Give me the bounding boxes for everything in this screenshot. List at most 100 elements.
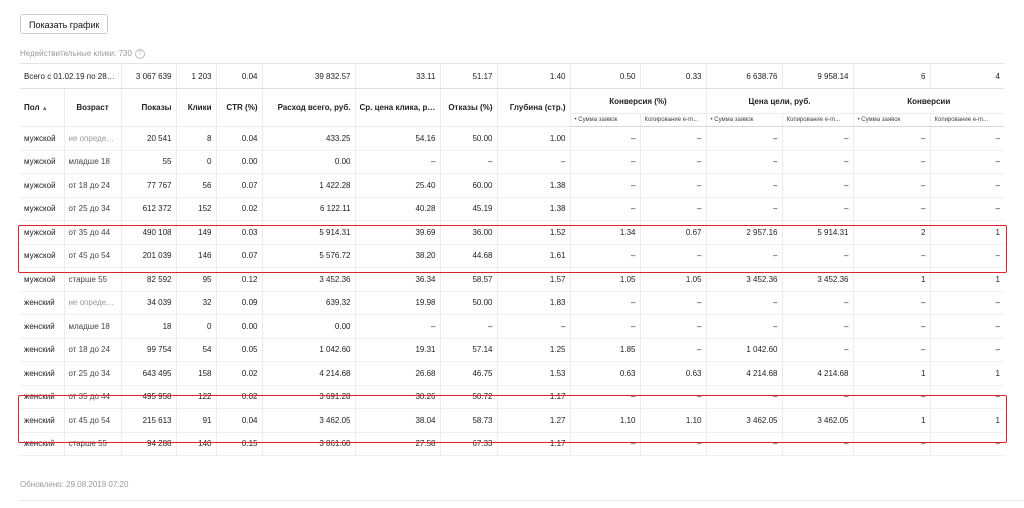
cell-conv-copy: – [640, 338, 707, 362]
sub-conversions-copy[interactable]: Копирование e-m... [930, 113, 1004, 127]
cell-conversions-sum: – [853, 150, 931, 174]
sub-goal-sum[interactable]: • Сумма заявок [706, 113, 783, 127]
total-impressions: 3 067 639 [121, 64, 177, 89]
cell-age: от 25 до 34 [64, 361, 122, 386]
sub-conv-copy[interactable]: Копирование e-m... [640, 113, 707, 127]
cell-goal-sum: – [706, 150, 783, 174]
cell-goal-sum: – [706, 291, 783, 315]
help-icon[interactable]: ? [134, 49, 145, 59]
col-bounce[interactable]: Отказы (%) [440, 88, 498, 127]
cell-goal-sum: 4 214.68 [706, 361, 783, 386]
cell-conv-copy: – [640, 291, 707, 315]
sub-goal-copy[interactable]: Копирование e-m... [782, 113, 854, 127]
cell-conversions-sum: 1 [853, 361, 931, 386]
cell-conv-sum: – [570, 173, 641, 198]
cell-conv-sum: 0.63 [570, 361, 641, 386]
show-chart-button[interactable]: Показать график [20, 14, 109, 34]
cell-ctr: 0.02 [216, 197, 263, 221]
cell-gender: мужской [20, 173, 65, 198]
total-depth: 1.40 [497, 64, 571, 89]
cell-depth: 1.83 [497, 291, 571, 315]
cell-bounce: 50.00 [440, 126, 498, 151]
cell-spend: 6 122.11 [262, 197, 356, 221]
updated-timestamp: Обновлено: 29.08.2019 07:20 [20, 480, 129, 489]
col-goal-price[interactable]: Цена цели, руб. [706, 88, 854, 114]
cell-bounce: 46.75 [440, 361, 498, 386]
cell-goal-copy: – [782, 291, 854, 315]
table-row: женский не определен 34 039 32 0.09 639.32 19.… [20, 291, 1004, 315]
cell-goal-copy: 4 214.68 [782, 361, 854, 386]
col-ctr[interactable]: CTR (%) [216, 88, 263, 127]
sub-conv-sum[interactable]: • Сумма заявок [570, 113, 641, 127]
cell-avg-cpc: – [355, 150, 441, 174]
col-gender-label: Пол [24, 103, 40, 112]
cell-impressions: 34 039 [121, 291, 177, 315]
cell-ctr: 0.05 [216, 338, 263, 362]
cell-conv-sum: – [570, 126, 641, 151]
total-avg-cpc: 33.11 [355, 64, 441, 89]
col-conversions[interactable]: Конверсии [853, 88, 1004, 114]
col-depth[interactable]: Глубина (стр.) [497, 88, 571, 127]
table-row: мужской от 18 до 24 77 767 56 0.07 1 422.28 25… [20, 173, 1004, 198]
cell-impressions: 77 767 [121, 173, 177, 198]
cell-avg-cpc: 40.28 [355, 197, 441, 221]
cell-impressions: 643 495 [121, 361, 177, 386]
cell-gender: мужской [20, 126, 65, 151]
cell-bounce: 60.00 [440, 173, 498, 198]
cell-gender: женский [20, 361, 65, 386]
cell-conversions-copy: – [930, 338, 1004, 362]
cell-conv-copy: – [640, 314, 707, 339]
total-ctr: 0.04 [216, 64, 263, 89]
cell-gender: женский [20, 291, 65, 315]
sub-conversions-sum[interactable]: • Сумма заявок [853, 113, 931, 127]
cell-ctr: 0.07 [216, 173, 263, 198]
cell-gender: женский [20, 338, 65, 362]
table-row: мужской от 25 до 34 612 372 152 0.02 6 122.11… [20, 197, 1004, 221]
cell-ctr: 0.04 [216, 126, 263, 151]
cell-avg-cpc: – [355, 314, 441, 339]
cell-goal-sum: – [706, 173, 783, 198]
cell-avg-cpc: 25.40 [355, 173, 441, 198]
cell-goal-copy: – [782, 150, 854, 174]
cell-clicks: 32 [176, 291, 217, 315]
cell-conversions-copy: – [930, 150, 1004, 174]
col-conversion[interactable]: Конверсия (%) [570, 88, 707, 114]
col-gender[interactable]: Пол ▲ [20, 88, 65, 127]
col-avg-cpc[interactable]: Ср. цена клика, руб. [355, 88, 441, 127]
col-spend[interactable]: Расход всего, руб. [262, 88, 356, 127]
cell-depth: 1.53 [497, 361, 571, 386]
table-row: женский от 18 до 24 99 754 54 0.05 1 042.60 19… [20, 338, 1004, 362]
cell-age: от 18 до 24 [64, 173, 122, 198]
cell-conversions-sum: – [853, 291, 931, 315]
cell-bounce: 50.00 [440, 291, 498, 315]
col-impressions[interactable]: Показы [121, 88, 177, 127]
cell-conv-copy: – [640, 197, 707, 221]
cell-bounce: – [440, 150, 498, 174]
total-clicks: 1 203 [176, 64, 217, 89]
cell-conversions-copy: – [930, 126, 1004, 151]
cell-depth: 1.38 [497, 173, 571, 198]
invalid-clicks-text: Недействительные клики: 730 [20, 49, 132, 59]
cell-conv-sum: – [570, 197, 641, 221]
cell-ctr: 0.00 [216, 314, 263, 339]
cell-avg-cpc: 26.68 [355, 361, 441, 386]
cell-goal-copy: – [782, 126, 854, 151]
cell-spend: 1 042.60 [262, 338, 356, 362]
cell-conv-copy: – [640, 150, 707, 174]
cell-age: от 25 до 34 [64, 197, 122, 221]
cell-spend: 639.32 [262, 291, 356, 315]
cell-age: от 18 до 24 [64, 338, 122, 362]
cell-depth: – [497, 150, 571, 174]
cell-conv-sum: – [570, 291, 641, 315]
invalid-clicks-note: Недействительные клики: 730? [20, 49, 145, 59]
cell-impressions: 99 754 [121, 338, 177, 362]
header-row: Пол ▲ Возраст Показы Клики CTR (%) Расхо… [20, 88, 1004, 127]
cell-impressions: 18 [121, 314, 177, 339]
cell-clicks: 158 [176, 361, 217, 386]
col-clicks[interactable]: Клики [176, 88, 217, 127]
cell-age: младше 18 [64, 314, 122, 339]
cell-clicks: 8 [176, 126, 217, 151]
cell-spend: 0.00 [262, 314, 356, 339]
col-age[interactable]: Возраст [64, 88, 122, 127]
cell-bounce: 45.19 [440, 197, 498, 221]
